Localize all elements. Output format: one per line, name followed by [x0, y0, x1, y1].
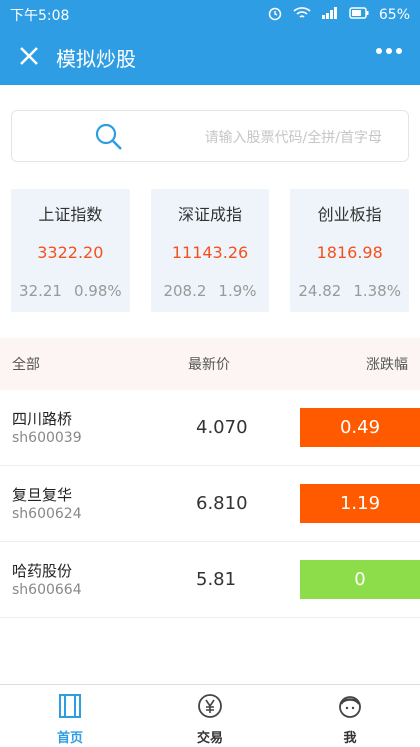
alarm-icon — [267, 5, 283, 25]
index-change-points: 208.2 — [163, 282, 207, 300]
stock-price: 6.810 — [196, 493, 248, 514]
index-change: 24.82 1.38% — [290, 282, 409, 300]
stock-change-badge: 0 — [300, 560, 420, 599]
index-card-chinext[interactable]: 创业板指 1816.98 24.82 1.38% — [290, 189, 410, 312]
index-change: 208.2 1.9% — [151, 282, 270, 300]
stock-price: 4.070 — [196, 417, 248, 438]
stock-name: 哈药股份 — [12, 562, 73, 580]
stock-row[interactable]: 复旦复华 sh600624 6.810 1.19 — [0, 466, 420, 542]
index-cards: 上证指数 3322.20 32.21 0.98% 深证成指 11143.26 2… — [0, 162, 420, 312]
header-change[interactable]: 涨跌幅 — [366, 354, 408, 374]
stock-name: 四川路桥 — [12, 410, 73, 428]
index-name: 创业板指 — [317, 205, 382, 224]
header-all[interactable]: 全部 — [12, 354, 40, 374]
stock-row[interactable]: 四川路桥 sh600039 4.070 0.49 — [0, 390, 420, 466]
search-box[interactable]: 请输入股票代码/全拼/首字母 — [11, 110, 409, 162]
tab-home[interactable]: 首页 — [0, 685, 140, 747]
signal-icon — [321, 6, 339, 24]
battery-icon — [349, 6, 369, 24]
stock-price: 5.81 — [196, 569, 237, 590]
stock-name: 复旦复华 — [12, 486, 73, 504]
stock-row[interactable]: 哈药股份 sh600664 5.81 0 — [0, 542, 420, 618]
index-name: 上证指数 — [38, 205, 103, 224]
stock-change-badge: 0.49 — [300, 408, 420, 447]
battery-percent: 65% — [378, 7, 410, 23]
index-change-percent: 1.9% — [218, 282, 257, 300]
index-value: 1816.98 — [316, 243, 383, 262]
index-card-shenzhen[interactable]: 深证成指 11143.26 208.2 1.9% — [150, 189, 270, 312]
stock-code: sh600039 — [12, 430, 82, 446]
status-time: 下午5:08 — [10, 8, 70, 24]
app-bar: 模拟炒股 — [0, 30, 420, 85]
index-change-points: 24.82 — [298, 282, 342, 300]
index-change: 32.21 0.98% — [11, 282, 130, 300]
search-placeholder: 请输入股票代码/全拼/首字母 — [204, 130, 382, 146]
index-change-percent: 1.38% — [353, 282, 401, 300]
more-menu-icon[interactable] — [376, 48, 402, 54]
tab-trade-label: 交易 — [196, 731, 223, 746]
wifi-icon — [293, 6, 311, 24]
index-value: 11143.26 — [171, 243, 249, 262]
index-name: 深证成指 — [178, 205, 243, 224]
close-icon[interactable] — [18, 45, 40, 71]
user-face-icon — [337, 693, 363, 723]
stock-list-header: 全部 最新价 涨跌幅 — [0, 338, 420, 390]
index-value: 3322.20 — [37, 243, 104, 262]
index-change-points: 32.21 — [19, 282, 62, 300]
stock-code: sh600664 — [12, 582, 82, 598]
bottom-tab-bar: 首页 交易 我 — [0, 684, 420, 747]
tab-home-label: 首页 — [56, 731, 83, 746]
stock-change-badge: 1.19 — [300, 484, 420, 523]
stock-list: 四川路桥 sh600039 4.070 0.49 复旦复华 sh600624 6… — [0, 390, 420, 618]
page-title: 模拟炒股 — [56, 47, 136, 71]
book-icon — [57, 693, 83, 723]
stock-code: sh600624 — [12, 506, 82, 522]
index-card-shanghai[interactable]: 上证指数 3322.20 32.21 0.98% — [11, 189, 130, 312]
tab-trade[interactable]: 交易 — [140, 685, 280, 747]
index-change-percent: 0.98% — [73, 282, 122, 300]
yen-coin-icon — [197, 693, 223, 723]
status-bar: 下午5:08 65% — [0, 0, 420, 30]
tab-me-label: 我 — [343, 731, 357, 746]
header-price[interactable]: 最新价 — [188, 354, 230, 374]
search-icon — [94, 122, 124, 156]
tab-me[interactable]: 我 — [280, 685, 420, 747]
